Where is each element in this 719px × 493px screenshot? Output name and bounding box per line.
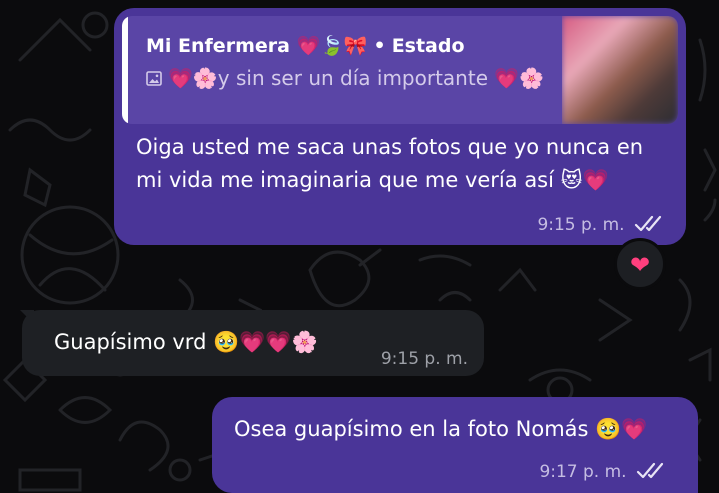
quoted-status-reply[interactable]: Mi Enfermera 💗🍃🎀 • Estado 💗🌸y sin ser un d… [122,16,678,124]
message-time: 9:15 p. m. [380,349,468,369]
quote-text: 💗🌸y sin ser un día importante 💗🌸 [168,66,545,90]
heart-reaction[interactable]: ❤ [614,238,666,290]
message-text: Guapísimo vrd 🥹💗💗🌸 [54,330,318,354]
quote-separator: • [373,35,386,57]
status-thumbnail[interactable] [562,16,678,124]
message-text: Oiga usted me saca unas fotos que yo nun… [136,135,644,192]
incoming-message-bubble[interactable]: Guapísimo vrd 🥹💗💗🌸 9:15 p. m. [22,310,484,376]
double-check-icon [636,462,664,479]
message-text: Osea guapísimo en la foto Nomás 🥹💗 [234,417,648,441]
image-icon [146,71,162,86]
message-time: 9:17 p. m. [539,462,627,482]
message-meta: 9:15 p. m. [381,349,468,369]
quote-text-block: 💗🌸y sin ser un día importante 💗🌸 [146,64,566,93]
message-time: 9:15 p. m. [537,215,625,235]
double-check-icon [634,215,662,232]
reaction-emoji: ❤ [629,251,651,279]
outgoing-message-bubble[interactable]: Osea guapísimo en la foto Nomás 🥹💗 9:17 … [212,397,698,493]
message-meta: 9:15 p. m. [537,214,668,235]
message-meta: 9:17 p. m. [539,461,670,482]
quote-source: Estado [391,35,465,57]
quote-author: Mi Enfermera 💗🍃🎀 [146,35,368,57]
outgoing-message-bubble[interactable]: Mi Enfermera 💗🍃🎀 • Estado 💗🌸y sin ser un d… [114,8,686,245]
status-thumbnail-image [562,16,678,124]
quote-header: Mi Enfermera 💗🍃🎀 • Estado [146,34,465,57]
quote-accent-bar [122,16,128,124]
